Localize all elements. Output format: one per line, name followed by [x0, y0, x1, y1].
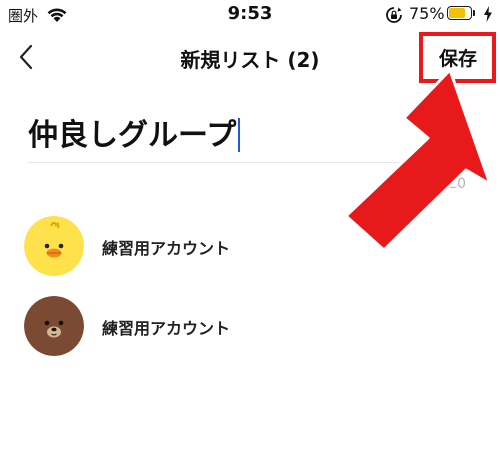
- battery-fill: [449, 8, 465, 18]
- brown-bear-avatar: [24, 296, 84, 356]
- list-item[interactable]: 練習用アカウント: [24, 296, 464, 360]
- status-bar: 圏外 9:53 75%: [0, 0, 500, 30]
- sally-chick-avatar: [24, 216, 84, 276]
- group-name-field[interactable]: 仲良しグループ: [28, 112, 474, 163]
- clear-circle-icon[interactable]: [452, 128, 474, 150]
- list-item[interactable]: 練習用アカウント: [24, 216, 464, 280]
- screen: 圏外 9:53 75% 新規リスト (2) 保存 仲良しグループ 7/20 練習…: [0, 0, 500, 472]
- char-counter: 7/20: [434, 176, 466, 192]
- group-name-input[interactable]: 仲良しグループ: [28, 116, 241, 156]
- charging-icon: [484, 6, 492, 22]
- battery-icon: [447, 6, 477, 22]
- battery-percent: 75%: [409, 4, 445, 23]
- member-name: 練習用アカウント: [102, 239, 231, 258]
- save-button[interactable]: 保存: [431, 41, 485, 73]
- text-cursor: [238, 117, 241, 152]
- member-name: 練習用アカウント: [102, 319, 231, 338]
- rotation-lock-icon: [386, 7, 402, 23]
- page-title: 新規リスト (2): [180, 48, 320, 72]
- battery-cap: [473, 10, 475, 16]
- group-name-value: 仲良しグループ: [28, 118, 237, 153]
